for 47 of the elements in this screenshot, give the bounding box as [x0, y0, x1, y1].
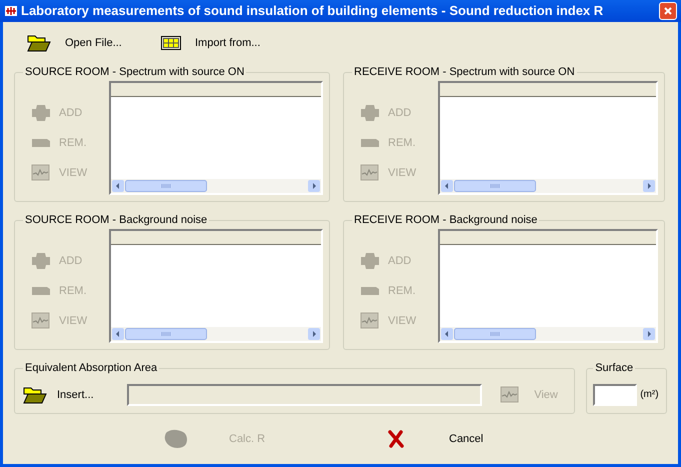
- group-title: SOURCE ROOM - Background noise: [24, 213, 208, 228]
- folder-icon: [23, 384, 47, 405]
- list-box[interactable]: [109, 228, 323, 343]
- chart-icon: [500, 386, 520, 404]
- list-box[interactable]: [109, 80, 323, 195]
- group-title: SOURCE ROOM - Spectrum with source ON: [24, 65, 246, 80]
- slab-icon: [360, 286, 380, 296]
- blob-icon: [164, 429, 188, 449]
- window-title: Laboratory measurements of sound insulation of building elements - Sound reduction index R: [21, 2, 604, 20]
- blob-icon: [360, 104, 380, 122]
- toolbar-button[interactable]: Import from...: [161, 28, 287, 58]
- list-box[interactable]: [438, 80, 658, 195]
- scroll-thumb[interactable]: [454, 328, 536, 340]
- scroll-thumb[interactable]: [125, 180, 207, 192]
- group-title: RECEIVE ROOM - Background noise: [353, 213, 538, 228]
- scroll-thumb[interactable]: [454, 180, 536, 192]
- group-title: Surface: [594, 361, 634, 376]
- surface-field[interactable]: [593, 384, 638, 406]
- slab-icon: [31, 286, 51, 296]
- chart-icon: [360, 164, 380, 182]
- insert-button[interactable]: Insert...: [23, 384, 119, 405]
- app-icon: [4, 4, 18, 18]
- blob-icon: [360, 252, 380, 270]
- grid-icon: [161, 36, 181, 50]
- folder-icon: [27, 33, 51, 53]
- group-title: RECEIVE ROOM - Spectrum with source ON: [353, 65, 576, 80]
- chart-icon: [31, 312, 51, 330]
- horizontal-scrollbar[interactable]: [111, 179, 321, 193]
- slab-icon: [31, 138, 51, 148]
- path-field[interactable]: [127, 384, 482, 406]
- close-button[interactable]: [659, 2, 677, 20]
- chart-icon: [360, 312, 380, 330]
- horizontal-scrollbar[interactable]: [111, 327, 321, 341]
- blob-icon: [31, 104, 51, 122]
- horizontal-scrollbar[interactable]: [440, 179, 656, 193]
- group-title: Equivalent Absorption Area: [24, 361, 158, 376]
- cross-icon: [388, 430, 404, 448]
- horizontal-scrollbar[interactable]: [440, 327, 656, 341]
- slab-icon: [360, 138, 380, 148]
- list-box[interactable]: [438, 228, 658, 343]
- blob-icon: [31, 252, 51, 270]
- action-button[interactable]: Cancel: [383, 424, 543, 454]
- chart-icon: [31, 164, 51, 182]
- toolbar-button[interactable]: Open File...: [27, 28, 153, 58]
- unit-label: (m²): [640, 388, 659, 402]
- close-icon: [664, 7, 672, 15]
- scroll-thumb[interactable]: [125, 328, 207, 340]
